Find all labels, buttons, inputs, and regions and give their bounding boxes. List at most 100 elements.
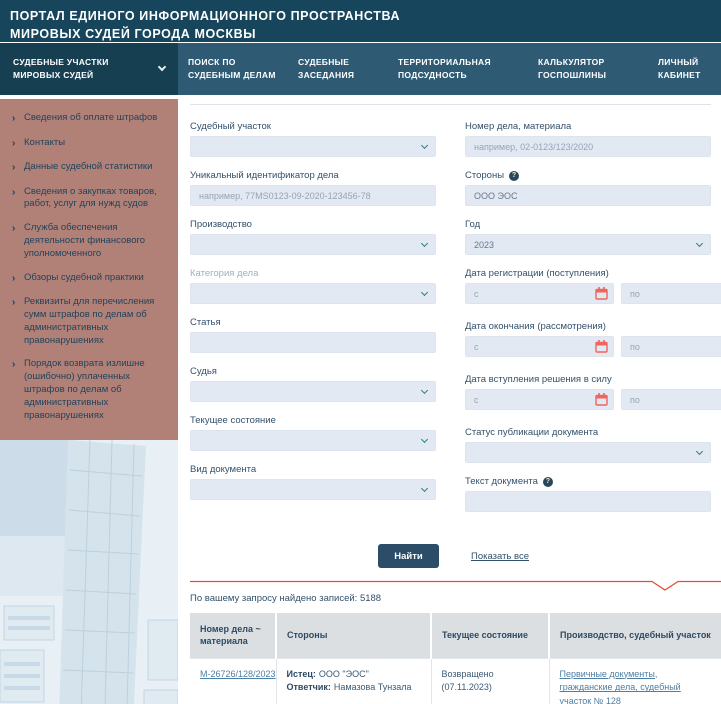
chevron-right-icon: ›: [12, 112, 24, 126]
help-icon[interactable]: ?: [509, 171, 519, 181]
portal-title-line2: МИРОВЫХ СУДЕЙ ГОРОДА МОСКВЫ: [10, 25, 721, 43]
chevron-down-icon: [421, 239, 428, 246]
find-button[interactable]: Найти: [378, 544, 439, 568]
publication-status-label: Статус публикации документа: [465, 427, 711, 439]
registration-date-to-wrap: [621, 283, 721, 304]
results-divider: [190, 579, 721, 591]
left-column: › Сведения об оплате штрафов › Контакты …: [0, 95, 178, 703]
nav-item-personal-cabinet[interactable]: ЛИЧНЫЙКАБИНЕТ: [658, 43, 701, 95]
end-date-range: [465, 336, 711, 370]
content-divider: [190, 104, 711, 105]
status-cell: Возвращено (07.11.2023): [431, 658, 549, 704]
nav-item-label: СУДЕБНЫЕ УЧАСТКИ МИРОВЫХ СУДЕЙ: [13, 56, 109, 82]
effective-date-range: [465, 389, 711, 423]
col-header-production: Производство, судебный участок: [549, 613, 721, 658]
chevron-down-icon: [421, 288, 428, 295]
case-category-select[interactable]: [190, 283, 436, 304]
publication-status-select[interactable]: [465, 442, 711, 463]
year-select[interactable]: 2023: [465, 234, 711, 255]
nav-item-hearings[interactable]: СУДЕБНЫЕЗАСЕДАНИЯ: [298, 43, 398, 95]
document-text-label: Текст документа ?: [465, 476, 711, 488]
sidebar-item-practice-reviews[interactable]: › Обзоры судебной практики: [12, 272, 164, 286]
show-all-link[interactable]: Показать все: [471, 551, 529, 562]
parties-cell: Истец:ООО "ЭОС" Ответчик:Намазова Тунзал…: [276, 658, 431, 704]
court-district-label: Судебный участок: [190, 121, 436, 133]
production-cell: Первичные документы, гражданские дела, с…: [549, 658, 721, 704]
chevron-right-icon: ›: [12, 358, 24, 422]
chevron-down-icon: [696, 239, 703, 246]
page-body: › Сведения об оплате штрафов › Контакты …: [0, 95, 721, 703]
judge-label: Судья: [190, 366, 436, 378]
help-icon[interactable]: ?: [543, 477, 553, 487]
chevron-down-icon: [158, 63, 166, 71]
parties-label: Стороны ?: [465, 170, 711, 182]
article-input[interactable]: [199, 338, 427, 348]
table-header-row: Номер дела ~ материала Стороны Текущее с…: [190, 613, 721, 658]
case-number-input[interactable]: [474, 142, 702, 152]
registration-date-range: [465, 283, 711, 317]
registration-date-label: Дата регистрации (поступления): [465, 268, 711, 280]
sidebar: › Сведения об оплате штрафов › Контакты …: [0, 99, 178, 440]
chevron-down-icon: [696, 447, 703, 454]
site-header: ПОРТАЛ ЕДИНОГО ИНФОРМАЦИОННОГО ПРОСТРАНС…: [0, 0, 721, 43]
nav-item-territorial-jurisdiction[interactable]: ТЕРРИТОРИАЛЬНАЯПОДСУДНОСТЬ: [398, 43, 538, 95]
court-district-select[interactable]: [190, 136, 436, 157]
judge-select[interactable]: [190, 381, 436, 402]
nav-item-court-districts[interactable]: СУДЕБНЫЕ УЧАСТКИ МИРОВЫХ СУДЕЙ: [0, 43, 178, 95]
nav-item-fee-calculator[interactable]: КАЛЬКУЛЯТОРГОСПОШЛИНЫ: [538, 43, 658, 95]
nav-item-case-search[interactable]: ПОИСК ПОСУДЕБНЫМ ДЕЛАМ: [188, 43, 298, 95]
form-column-left: Судебный участок Уникальный идентификато…: [190, 121, 436, 525]
chevron-right-icon: ›: [12, 222, 24, 260]
chevron-down-icon: [421, 141, 428, 148]
col-header-current-state: Текущее состояние: [431, 613, 549, 658]
chevron-right-icon: ›: [12, 272, 24, 286]
parties-input[interactable]: [474, 191, 702, 201]
sidebar-item-procurement[interactable]: › Сведения о закупках товаров, работ, ус…: [12, 186, 164, 212]
end-date-to-input[interactable]: [630, 342, 721, 352]
calendar-icon[interactable]: [595, 287, 608, 300]
end-date-from-wrap: [465, 336, 614, 357]
effective-date-from-wrap: [465, 389, 614, 410]
unique-case-id-field-wrap: [190, 185, 436, 206]
sidebar-item-fines-payment[interactable]: › Сведения об оплате штрафов: [12, 112, 164, 126]
sidebar-item-fine-refund[interactable]: › Порядок возврата излишне (ошибочно) уп…: [12, 358, 164, 422]
year-label: Год: [465, 219, 711, 231]
production-link[interactable]: Первичные документы, гражданские дела, с…: [560, 669, 681, 704]
effective-date-to-wrap: [621, 389, 721, 410]
registration-date-from-input[interactable]: [474, 289, 591, 299]
sidebar-item-fine-requisites[interactable]: › Реквизиты для перечисления сумм штрафо…: [12, 296, 164, 347]
effective-date-from-input[interactable]: [474, 395, 591, 405]
case-category-label: Категория дела: [190, 268, 436, 280]
chevron-right-icon: ›: [12, 161, 24, 175]
main-content: Судебный участок Уникальный идентификато…: [178, 95, 721, 703]
unique-case-id-label: Уникальный идентификатор дела: [190, 170, 436, 182]
parties-field-wrap: [465, 185, 711, 206]
sidebar-item-contacts[interactable]: › Контакты: [12, 137, 164, 151]
document-type-select[interactable]: [190, 479, 436, 500]
article-field-wrap: [190, 332, 436, 353]
registration-date-to-input[interactable]: [630, 289, 721, 299]
chevron-right-icon: ›: [12, 137, 24, 151]
current-state-select[interactable]: [190, 430, 436, 451]
document-type-label: Вид документа: [190, 464, 436, 476]
current-state-label: Текущее состояние: [190, 415, 436, 427]
effective-date-to-input[interactable]: [630, 395, 721, 405]
sidebar-item-statistics[interactable]: › Данные судебной статистики: [12, 161, 164, 175]
calendar-icon[interactable]: [595, 340, 608, 353]
unique-case-id-input[interactable]: [199, 191, 427, 201]
calendar-icon[interactable]: [595, 393, 608, 406]
sidebar-item-financial-ombudsman[interactable]: › Служба обеспечения деятельности финанс…: [12, 222, 164, 260]
results-summary: По вашему запросу найдено записей: 5188: [190, 593, 721, 604]
end-date-from-input[interactable]: [474, 342, 591, 352]
background-photo: [0, 440, 178, 704]
results-table: Номер дела ~ материала Стороны Текущее с…: [190, 613, 721, 704]
effective-date-label: Дата вступления решения в силу: [465, 374, 711, 386]
case-number-link[interactable]: М-26726/128/2023: [200, 669, 276, 679]
proceeding-select[interactable]: [190, 234, 436, 255]
col-header-case-number[interactable]: Номер дела ~ материала: [190, 613, 276, 658]
document-text-input[interactable]: [474, 497, 702, 507]
table-row: М-26726/128/2023 Истец:ООО "ЭОС" Ответчи…: [190, 658, 721, 704]
case-number-label: Номер дела, материала: [465, 121, 711, 133]
chevron-right-icon: ›: [12, 186, 24, 212]
case-number-field-wrap: [465, 136, 711, 157]
